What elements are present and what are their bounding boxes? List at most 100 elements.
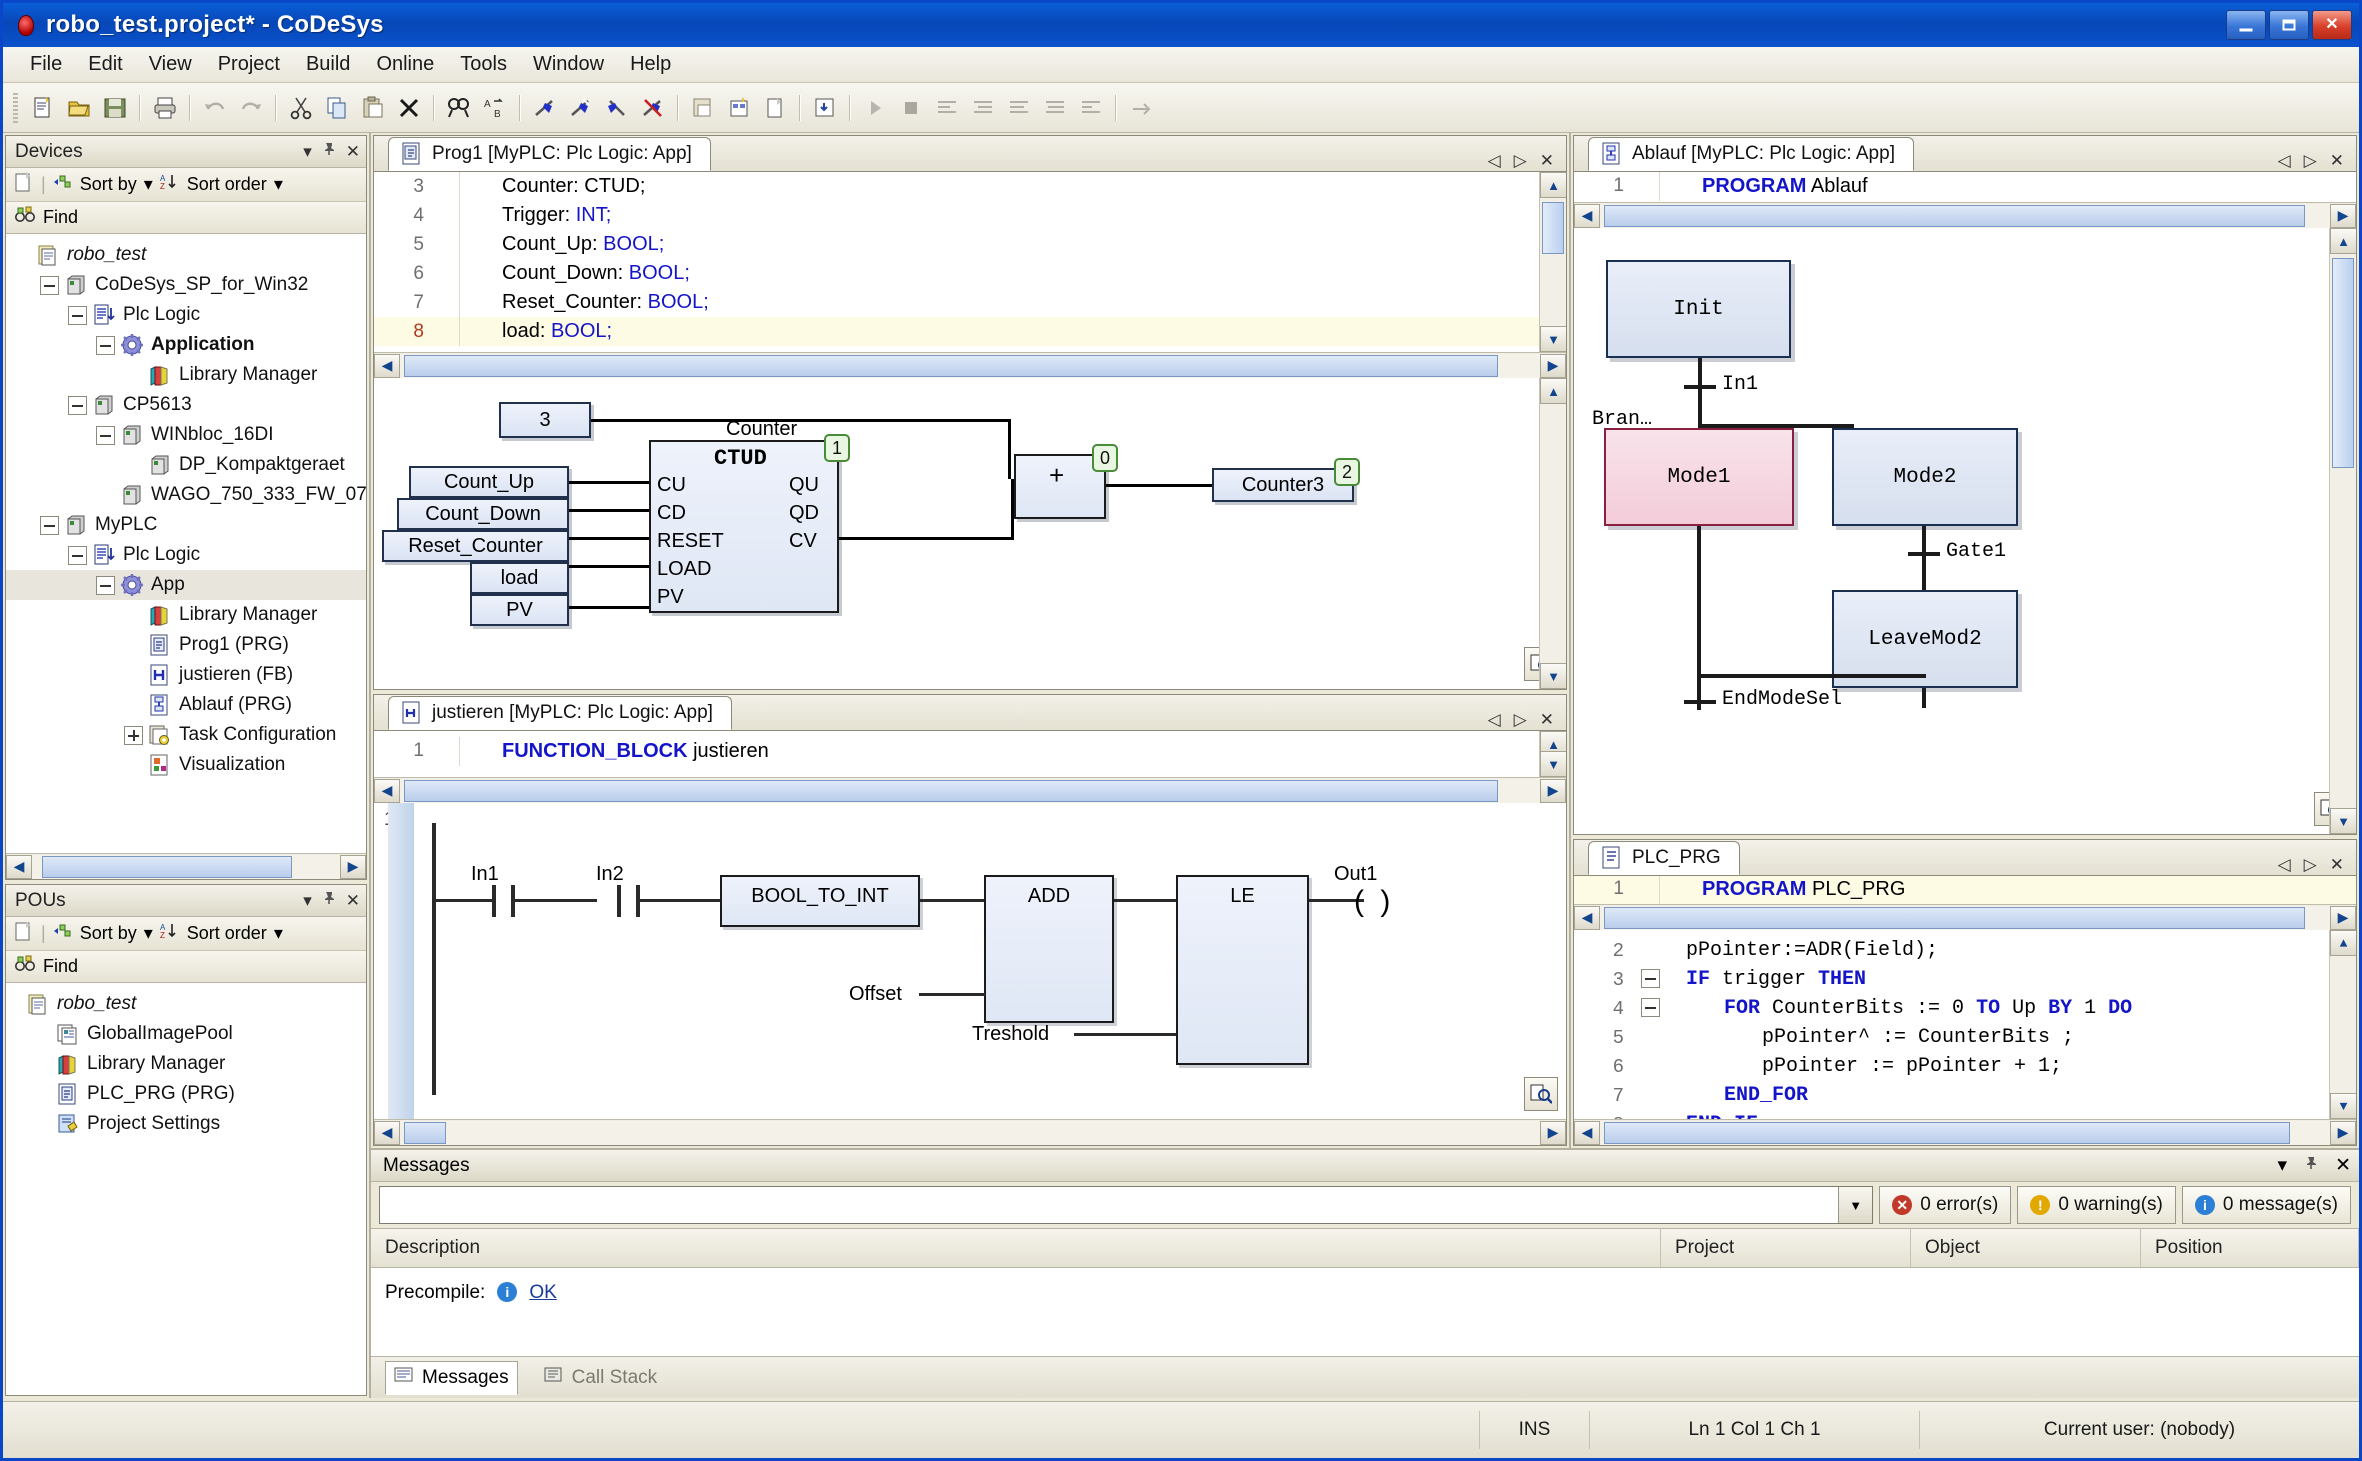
devices-scroll-left-icon[interactable]: ◀ [6,855,32,879]
sort-by-label[interactable]: Sort by [80,174,137,195]
ladder-hscrollbar[interactable]: ◀ ▶ [374,1119,1566,1145]
tree-item-justieren-fb[interactable]: justieren (FB) [6,660,366,690]
find-label[interactable]: Find [43,207,78,228]
fbd-scroll-down-icon[interactable]: ▼ [1540,663,1566,689]
reset-icon[interactable] [636,91,670,125]
messages-pin-icon[interactable] [2303,1155,2319,1177]
find-icon[interactable] [442,91,476,125]
build-icon[interactable] [808,91,842,125]
tree-item-visualization[interactable]: Visualization [6,750,366,780]
plcprg-declaration-line[interactable]: 1 PROGRAM PLC_PRG [1574,876,2356,904]
prog1-decl-hscrollbar[interactable]: ◀ ▶ [374,352,1566,378]
replace-icon[interactable]: AB [478,91,512,125]
plcprg-decl-hthumb[interactable] [1604,907,2305,929]
plcprg-decl-scroll-track[interactable] [1600,906,2330,930]
tree-item-task-configuration[interactable]: Task Configuration [6,720,366,750]
sort-by-chevron-down-icon[interactable]: ▾ [144,174,153,195]
tree-collapse-icon[interactable] [68,396,87,415]
justieren-scroll-track[interactable] [400,779,1540,803]
ladder-coil-icon[interactable]: ( ) [1354,885,1394,919]
ablauf-scroll-left-icon[interactable]: ◀ [1574,204,1600,228]
tab-messages[interactable]: Messages [385,1361,518,1395]
sfc-step-mode2[interactable]: Mode2 [1832,428,2018,526]
pous-sort-by-label[interactable]: Sort by [80,923,137,944]
devices-tree[interactable]: robo_testCoDeSys_SP_for_Win32Plc LogicAp… [6,234,366,853]
plcprg-hscrollbar[interactable]: ◀ ▶ [1574,1119,2356,1145]
menu-online[interactable]: Online [363,49,447,80]
sfc-transition-endmodesel[interactable]: EndModeSel [1722,688,1842,711]
tree-item-prog1-prg[interactable]: Prog1 (PRG) [6,630,366,660]
ladder-zoom-icon[interactable] [1524,1077,1558,1111]
devices-dropdown-icon[interactable]: ▾ [303,142,312,162]
menu-file[interactable]: File [17,49,75,80]
devices-scroll-right-icon[interactable]: ▶ [340,855,366,879]
messages-list[interactable]: Precompile: i OK [371,1268,2359,1356]
new-folder-icon[interactable] [758,91,792,125]
tree-item-library-manager[interactable]: Library Manager [6,600,366,630]
tree-item-library-manager[interactable]: Library Manager [6,1049,366,1079]
new-icon[interactable] [26,91,60,125]
justieren-ladder-editor[interactable]: 1 In1 In2 [374,803,1566,1119]
maximize-button[interactable] [2269,10,2309,40]
messages-dropdown-icon[interactable]: ▾ [2278,1154,2288,1177]
fbd-constant-box[interactable]: 3 [499,402,591,438]
login-icon[interactable] [528,91,562,125]
prog1-declaration-editor[interactable]: 3Counter: CTUD;4Trigger: INT;5Count_Up: … [374,172,1566,352]
justieren-scroll-left-icon[interactable]: ◀ [374,779,400,803]
message-count-badge[interactable]: i 0 message(s) [2182,1186,2351,1224]
devices-scroll-thumb[interactable] [42,856,292,878]
ablauf-next-icon[interactable]: ▷ [2304,151,2317,171]
sfc-scroll-up-icon[interactable]: ▲ [2330,228,2356,254]
close-button[interactable]: ✕ [2312,10,2352,40]
plcprg-prev-icon[interactable]: ◁ [2278,855,2291,875]
pous-sort-order-label[interactable]: Sort order [187,923,267,944]
ladder-bool-to-int-block[interactable]: BOOL_TO_INT [720,875,920,927]
sort-order-icon[interactable]: AZ [160,173,180,196]
ablauf-hthumb[interactable] [1604,205,2305,227]
justieren-decl-hscrollbar[interactable]: ◀ ▶ [374,777,1566,803]
ablauf-scroll-right-icon[interactable]: ▶ [2330,204,2356,228]
save-icon[interactable] [98,91,132,125]
minimize-button[interactable] [2226,10,2266,40]
devices-hscrollbar[interactable]: ◀ ▶ [6,853,366,879]
sfc-scroll-down-icon[interactable]: ▼ [2330,808,2356,834]
tree-collapse-icon[interactable] [68,546,87,565]
prog1-prev-icon[interactable]: ◁ [1488,151,1501,171]
prog1-next-icon[interactable]: ▷ [1514,151,1527,171]
pous-tree[interactable]: robo_testGlobalImagePoolLibrary ManagerP… [6,983,366,1395]
precompile-status[interactable]: OK [529,1282,556,1304]
messages-filter-chevron-down-icon[interactable]: ▼ [1838,1187,1872,1223]
messages-filter-combo[interactable]: ▼ [379,1186,1873,1224]
toolbar-grip[interactable] [13,93,18,123]
devices-pin-icon[interactable] [321,141,337,162]
tab-justieren[interactable]: justieren [MyPLC: Plc Logic: App] [388,696,732,730]
ladder-add-block[interactable]: ADD [984,875,1114,1023]
prog1-decl-hthumb[interactable] [404,355,1498,377]
devices-close-icon[interactable]: ✕ [346,142,360,162]
sort-by-icon[interactable] [53,174,73,195]
copy-icon[interactable] [320,91,354,125]
fbd-var-load[interactable]: load [470,562,569,594]
plcprg-decl-scroll-left-icon[interactable]: ◀ [1574,906,1600,930]
tab-prog1[interactable]: Prog1 [MyPLC: Plc Logic: App] [388,137,711,171]
tab-plcprg[interactable]: PLC_PRG [1588,841,1740,875]
tree-item-cp5613[interactable]: CP5613 [6,390,366,420]
new-object-icon[interactable] [14,171,34,198]
column-description[interactable]: Description [371,1229,1661,1267]
tree-expand-icon[interactable] [124,726,143,745]
sort-order-label[interactable]: Sort order [187,174,267,195]
ablauf-declaration-editor[interactable]: 1 PROGRAM Ablauf [1574,172,2356,202]
print-icon[interactable] [148,91,182,125]
justieren-scroll-down-icon[interactable]: ▼ [1540,751,1566,777]
open-icon[interactable] [62,91,96,125]
tree-item-app[interactable]: App [6,570,366,600]
tree-item-dp-kompaktgeraet[interactable]: DP_Kompaktgeraet [6,450,366,480]
plcprg-scroll-track[interactable] [1600,1121,2330,1145]
delete-icon[interactable] [392,91,426,125]
tree-item-wago-750-333-fw-07[interactable]: WAGO_750_333_FW_07 [6,480,366,510]
tree-collapse-icon[interactable] [96,426,115,445]
pous-sort-by-chevron-down-icon[interactable]: ▾ [144,923,153,944]
fbd-var-count-down[interactable]: Count_Down [397,498,569,530]
messages-close-icon[interactable]: ✕ [2335,1154,2351,1177]
menu-tools[interactable]: Tools [447,49,520,80]
